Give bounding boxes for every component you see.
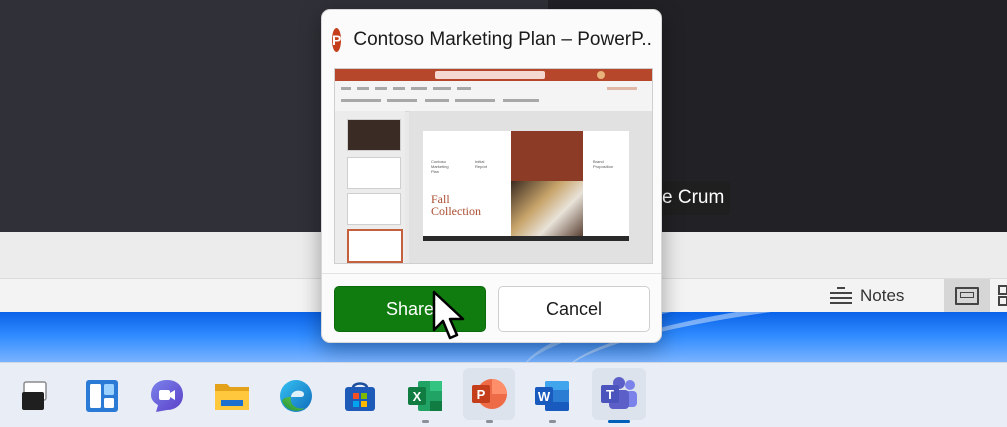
chat-icon[interactable] bbox=[145, 374, 189, 418]
notes-icon bbox=[830, 287, 852, 305]
svg-text:X: X bbox=[413, 389, 422, 404]
excel-running-indicator bbox=[422, 420, 429, 423]
preview-slide-title: Fall Collection bbox=[431, 192, 481, 218]
svg-text:W: W bbox=[538, 389, 551, 404]
window-preview-thumbnail: Contoso Marketing Plan Initial Report Brand… bbox=[334, 68, 653, 264]
normal-view-button[interactable] bbox=[944, 279, 990, 313]
mouse-pointer-icon bbox=[432, 290, 465, 340]
slide-sorter-view-button[interactable] bbox=[998, 285, 1007, 307]
cancel-button[interactable]: Cancel bbox=[498, 286, 650, 332]
word-icon[interactable]: W bbox=[530, 374, 574, 418]
svg-text:P: P bbox=[477, 387, 486, 402]
powerpoint-icon: P bbox=[328, 28, 344, 52]
file-explorer-icon[interactable] bbox=[210, 374, 254, 418]
powerpoint-running-indicator bbox=[486, 420, 493, 423]
teams-icon[interactable]: T bbox=[592, 368, 646, 420]
task-view-icon[interactable] bbox=[14, 374, 58, 418]
notes-label: Notes bbox=[860, 286, 905, 305]
excel-icon[interactable]: X bbox=[403, 374, 447, 418]
teams-active-indicator bbox=[608, 420, 630, 423]
normal-view-icon bbox=[955, 287, 979, 305]
svg-text:T: T bbox=[606, 387, 614, 402]
edge-icon[interactable] bbox=[274, 374, 318, 418]
word-running-indicator bbox=[549, 420, 556, 423]
preview-slide: Contoso Marketing Plan Initial Report Brand… bbox=[423, 131, 629, 241]
dialog-header: P Contoso Marketing Plan – PowerP.. bbox=[328, 26, 652, 54]
powerpoint-taskbar-icon[interactable]: P bbox=[463, 368, 515, 420]
notes-button[interactable]: Notes bbox=[830, 282, 904, 310]
participant-name-text: e Crum bbox=[662, 187, 725, 208]
widgets-icon[interactable] bbox=[80, 374, 124, 418]
dialog-title: Contoso Marketing Plan – PowerP.. bbox=[353, 29, 652, 50]
store-icon[interactable] bbox=[338, 374, 382, 418]
share-window-dialog: P Contoso Marketing Plan – PowerP.. Cont… bbox=[321, 9, 662, 343]
